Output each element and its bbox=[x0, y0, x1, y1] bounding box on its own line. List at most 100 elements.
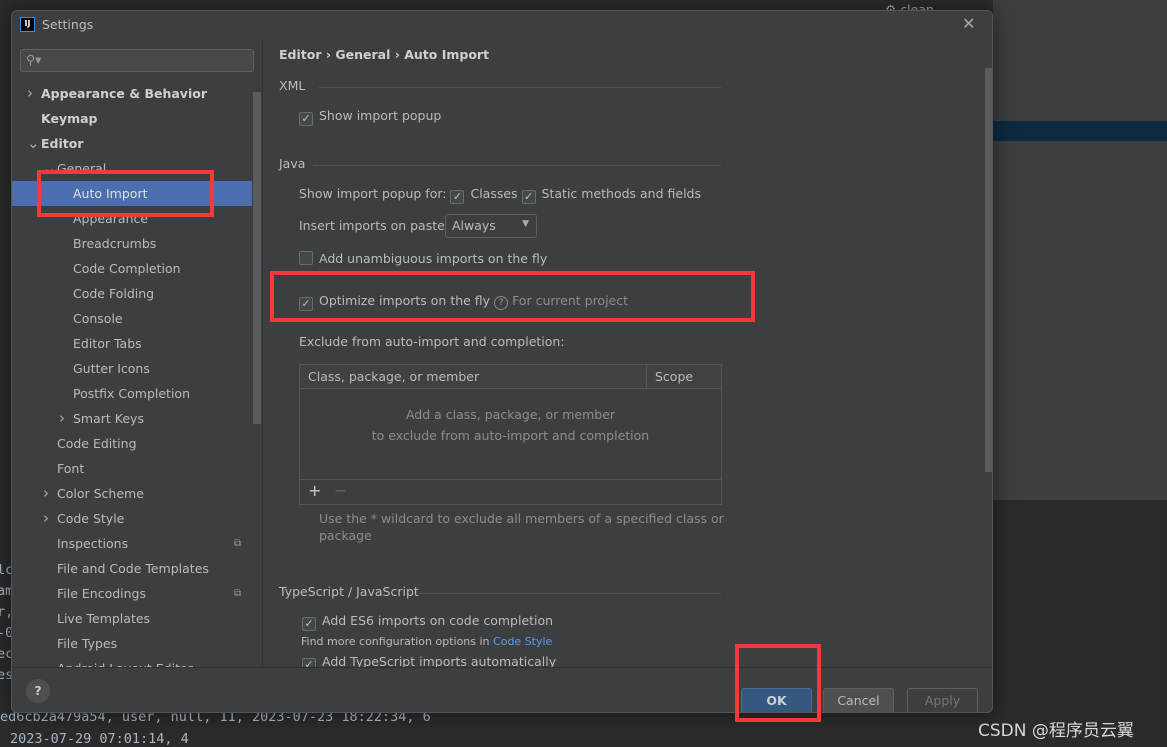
sidebar-item-inspections[interactable]: Inspections ⧉ bbox=[12, 531, 252, 556]
classes-checkbox[interactable]: ✓ Classes bbox=[450, 186, 518, 204]
more-options-text: Find more configuration options in Code … bbox=[301, 635, 552, 648]
sidebar-item-code-completion[interactable]: Code Completion bbox=[12, 256, 252, 281]
close-icon[interactable]: ✕ bbox=[962, 14, 975, 33]
sidebar-scrollbar[interactable] bbox=[253, 92, 261, 424]
sidebar-item-code-style[interactable]: › Code Style bbox=[12, 506, 252, 531]
remove-icon[interactable]: − bbox=[334, 481, 347, 500]
sidebar-item-color-scheme[interactable]: › Color Scheme bbox=[12, 481, 252, 506]
sidebar-item-appearance-behavior[interactable]: › Appearance & Behavior bbox=[12, 81, 252, 106]
sidebar-item-keymap[interactable]: Keymap bbox=[12, 106, 252, 131]
search-icon: ⚲▾ bbox=[26, 52, 42, 67]
wildcard-hint: Use the * wildcard to exclude all member… bbox=[319, 511, 724, 526]
section-xml: XML bbox=[279, 78, 306, 93]
sidebar-item-font[interactable]: Font bbox=[12, 456, 252, 481]
sidebar-item-label: Code Completion bbox=[73, 261, 181, 276]
code-style-link[interactable]: Code Style bbox=[493, 635, 552, 648]
chevron-right-icon[interactable]: › bbox=[43, 481, 49, 506]
sidebar-item-label: Appearance & Behavior bbox=[41, 86, 207, 101]
divider bbox=[319, 87, 721, 88]
apply-button[interactable]: Apply bbox=[907, 688, 978, 712]
show-import-popup-checkbox[interactable]: ✓ Show import popup bbox=[299, 108, 441, 126]
sidebar-item-label: Code Editing bbox=[57, 436, 137, 451]
divider bbox=[313, 165, 721, 166]
dialog-footer: ? OK Cancel Apply bbox=[12, 667, 992, 712]
settings-sidebar: ⚲▾ › Appearance & Behavior Keymap ⌄ Editor ⌄ G… bbox=[12, 39, 263, 676]
sidebar-item-label: Smart Keys bbox=[73, 411, 144, 426]
ide-background-panel bbox=[993, 0, 1167, 500]
sidebar-item-gutter-icons[interactable]: Gutter Icons bbox=[12, 356, 252, 381]
sidebar-item-label: Postfix Completion bbox=[73, 386, 190, 401]
console-line: 2023-07-29 07:01:14, 4 bbox=[10, 731, 189, 747]
sidebar-item-label: Code Style bbox=[57, 511, 125, 526]
sidebar-item-code-editing[interactable]: Code Editing bbox=[12, 431, 252, 456]
sidebar-item-label: Editor Tabs bbox=[73, 336, 142, 351]
empty-text: to exclude from auto-import and completi… bbox=[371, 428, 650, 443]
title-bar: IJ Settings ✕ bbox=[12, 11, 992, 39]
chevron-right-icon[interactable]: › bbox=[59, 406, 65, 431]
sidebar-item-label: File and Code Templates bbox=[57, 561, 209, 576]
add-icon[interactable]: + bbox=[308, 481, 321, 500]
more-options-label: Find more configuration options in bbox=[301, 635, 494, 648]
checkbox-label: Add unambiguous imports on the fly bbox=[319, 251, 548, 266]
watermark: CSDN @程序员云翼 bbox=[978, 721, 1134, 741]
insert-label: Insert imports on paste: bbox=[299, 218, 450, 233]
sidebar-item-label: Editor bbox=[41, 136, 84, 151]
checkbox-checked-icon: ✓ bbox=[521, 190, 536, 204]
ide-selected-row bbox=[993, 121, 1167, 141]
checkbox-unchecked-icon bbox=[299, 251, 313, 265]
sidebar-item-label: File Types bbox=[57, 636, 118, 651]
row-label: Show import popup for: bbox=[299, 186, 447, 201]
breadcrumb-item: Auto Import bbox=[404, 47, 490, 62]
sidebar-item-console[interactable]: Console bbox=[12, 306, 252, 331]
checkbox-checked-icon: ✓ bbox=[450, 190, 465, 204]
sidebar-item-file-and-code-templates[interactable]: File and Code Templates bbox=[12, 556, 252, 581]
breadcrumb-item[interactable]: General bbox=[335, 47, 390, 62]
sidebar-item-smart-keys[interactable]: › Smart Keys bbox=[12, 406, 252, 431]
chevron-down-icon: ▼ bbox=[522, 219, 529, 229]
wildcard-hint: package bbox=[319, 528, 372, 543]
chevron-down-icon[interactable]: ⌄ bbox=[27, 131, 40, 156]
content-scrollbar[interactable] bbox=[985, 68, 992, 472]
show-popup-for-row: Show import popup for: ✓ Classes ✓ Static … bbox=[299, 186, 701, 204]
sidebar-item-editor-tabs[interactable]: Editor Tabs bbox=[12, 331, 252, 356]
settings-dialog: IJ Settings ✕ ⚲▾ › Appearance & Behavior K… bbox=[11, 10, 993, 713]
column-header[interactable]: Class, package, or member bbox=[308, 369, 479, 384]
insert-imports-dropdown[interactable]: Always ▼ bbox=[445, 214, 537, 238]
sidebar-item-live-templates[interactable]: Live Templates bbox=[12, 606, 252, 631]
sidebar-item-editor[interactable]: ⌄ Editor bbox=[12, 131, 252, 156]
checkbox-label: Static methods and fields bbox=[541, 186, 701, 201]
sidebar-item-label: Console bbox=[73, 311, 123, 326]
sidebar-item-code-folding[interactable]: Code Folding bbox=[12, 281, 252, 306]
static-methods-checkbox[interactable]: ✓ Static methods and fields bbox=[521, 186, 701, 204]
sidebar-item-label: Code Folding bbox=[73, 286, 155, 301]
sidebar-item-label: Inspections bbox=[57, 536, 129, 551]
search-input[interactable]: ⚲▾ bbox=[20, 49, 254, 72]
checkbox-label: Show import popup bbox=[319, 108, 442, 123]
project-settings-icon: ⧉ bbox=[234, 588, 242, 599]
es6-imports-checkbox[interactable]: ✓ Add ES6 imports on code completion bbox=[302, 613, 553, 631]
chevron-right-icon[interactable]: › bbox=[43, 506, 49, 531]
cancel-button[interactable]: Cancel bbox=[823, 688, 894, 712]
sidebar-item-label: Color Scheme bbox=[57, 486, 144, 501]
annotation-box bbox=[735, 644, 821, 722]
annotation-box bbox=[270, 271, 755, 322]
dialog-title: Settings bbox=[42, 17, 94, 32]
sidebar-item-breadcrumbs[interactable]: Breadcrumbs bbox=[12, 231, 252, 256]
sidebar-item-file-types[interactable]: File Types bbox=[12, 631, 252, 656]
help-button[interactable]: ? bbox=[26, 679, 50, 703]
unambiguous-checkbox[interactable]: Add unambiguous imports on the fly bbox=[299, 251, 547, 266]
settings-content: Editor › General › Auto Import XML ✓ Show… bbox=[263, 39, 992, 672]
editor-area bbox=[327, 0, 807, 10]
sidebar-item-postfix-completion[interactable]: Postfix Completion bbox=[12, 381, 252, 406]
chevron-right-icon[interactable]: › bbox=[27, 81, 33, 106]
checkbox-checked-icon: ✓ bbox=[299, 112, 313, 126]
divider bbox=[418, 593, 721, 594]
section-typescript: TypeScript / JavaScript bbox=[279, 584, 419, 599]
empty-text[interactable]: Add a class, package, or member bbox=[300, 407, 721, 422]
column-header[interactable]: Scope bbox=[646, 365, 701, 389]
section-java: Java bbox=[279, 156, 306, 171]
table-toolbar: + − bbox=[300, 479, 721, 504]
breadcrumb-item[interactable]: Editor bbox=[279, 47, 322, 62]
table-header: Class, package, or member Scope bbox=[300, 365, 721, 389]
sidebar-item-file-encodings[interactable]: File Encodings ⧉ bbox=[12, 581, 252, 606]
